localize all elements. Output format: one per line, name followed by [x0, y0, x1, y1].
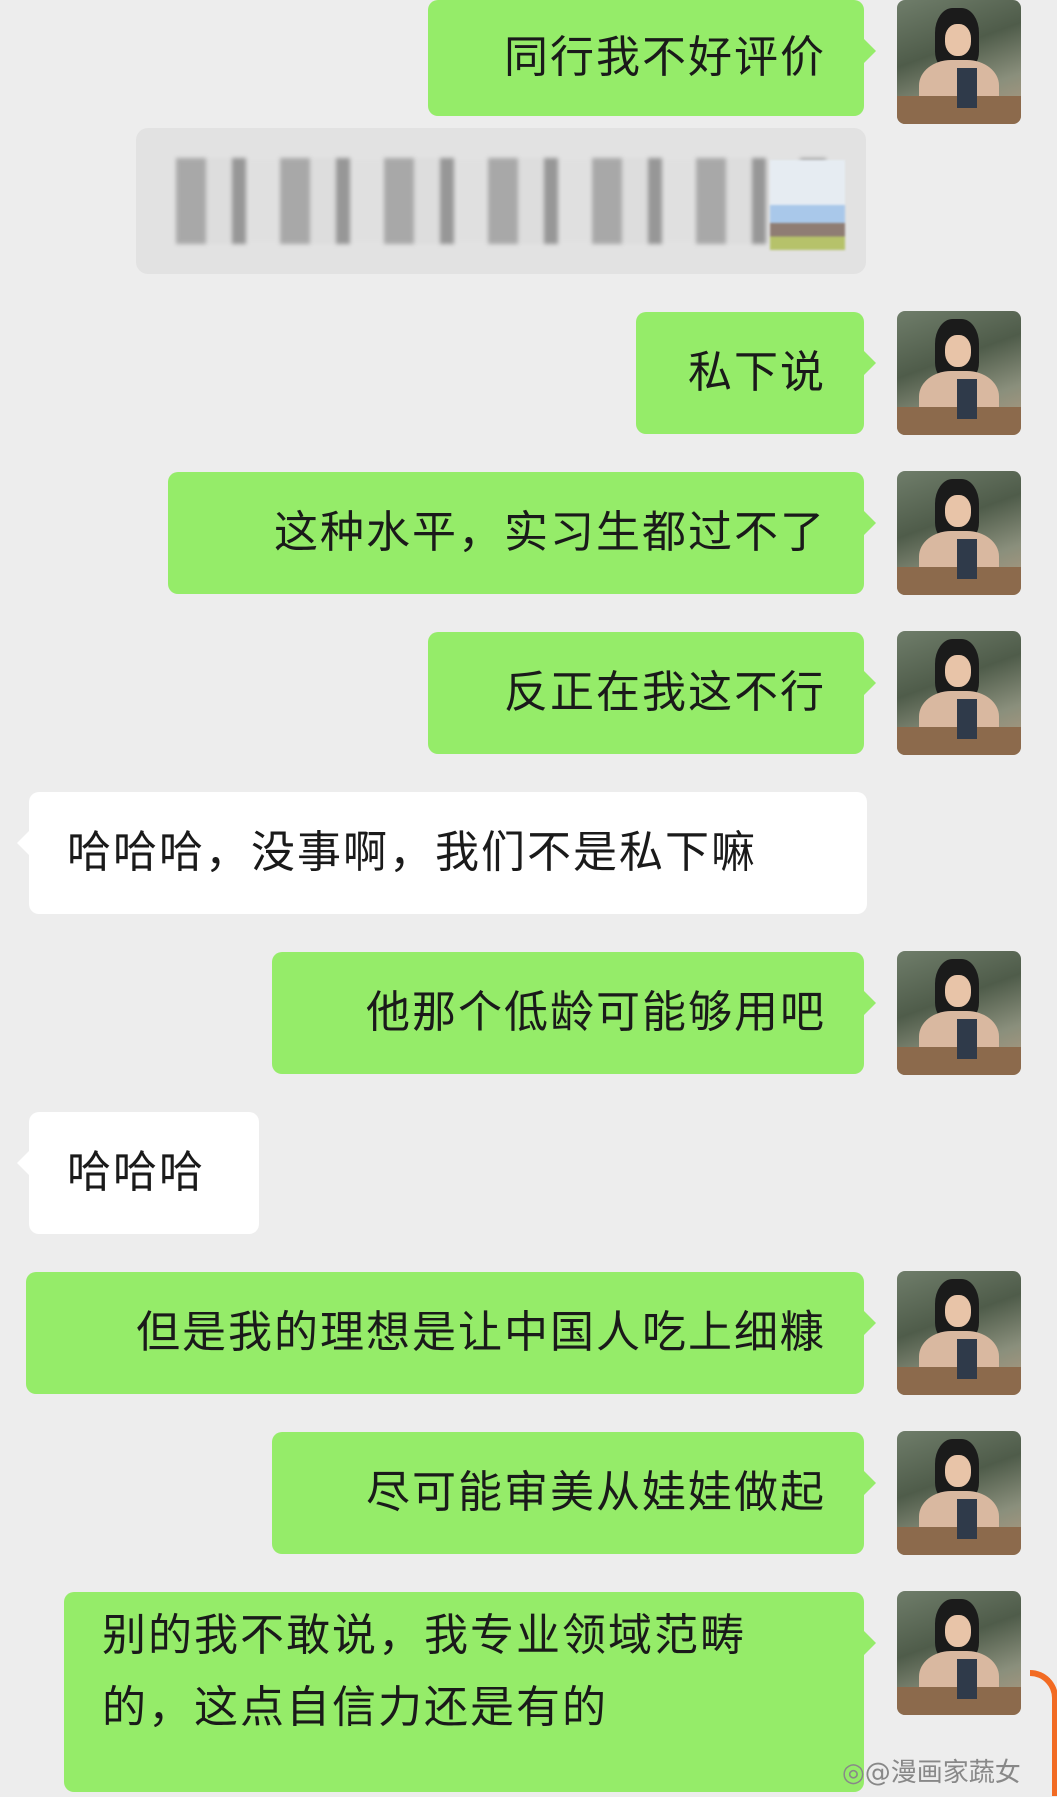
user-avatar[interactable]	[897, 0, 1021, 124]
chat-area: 同行我不好评价 私下说 这种水平，实习生都过不了 反正在我这不行 哈哈哈，没事啊…	[0, 0, 1057, 1797]
avatar-book	[957, 379, 977, 419]
watermark: ◎@漫画家蔬女	[842, 1756, 1021, 1790]
message-text: 这种水平，实习生都过不了	[274, 507, 826, 558]
user-avatar[interactable]	[897, 1591, 1021, 1715]
message-bubble-sent[interactable]: 私下说	[636, 312, 876, 434]
message-text: 别的我不敢说，我专业领域范畴的，这点自信力还是有的	[102, 1610, 746, 1733]
watermark-text: @漫画家蔬女	[864, 1758, 1021, 1788]
avatar-book	[957, 68, 977, 108]
avatar-face	[945, 335, 971, 367]
user-avatar[interactable]	[897, 631, 1021, 755]
message-bubble-received[interactable]: 哈哈哈，没事啊，我们不是私下嘛	[17, 792, 867, 914]
message-bubble-sent[interactable]: 反正在我这不行	[428, 632, 876, 754]
avatar-face	[945, 655, 971, 687]
message-bubble-sent[interactable]: 这种水平，实习生都过不了	[168, 472, 876, 594]
message-bubble-sent[interactable]: 尽可能审美从娃娃做起	[272, 1432, 876, 1554]
avatar-face	[945, 1615, 971, 1647]
user-avatar[interactable]	[897, 951, 1021, 1075]
avatar-face	[945, 1295, 971, 1327]
message-bubble-sent[interactable]: 别的我不敢说，我专业领域范畴的，这点自信力还是有的	[64, 1592, 876, 1792]
avatar-book	[957, 539, 977, 579]
message-text: 哈哈哈	[67, 1147, 205, 1198]
message-bubble-sent[interactable]: 他那个低龄可能够用吧	[272, 952, 876, 1074]
avatar-face	[945, 495, 971, 527]
redacted-image-icon	[770, 160, 845, 250]
message-bubble-sent[interactable]: 同行我不好评价	[428, 0, 876, 116]
orange-annotation-mark	[1030, 1670, 1057, 1796]
avatar-book	[957, 1019, 977, 1059]
avatar-face	[945, 24, 971, 56]
user-avatar[interactable]	[897, 311, 1021, 435]
avatar-book	[957, 699, 977, 739]
message-text: 反正在我这不行	[504, 667, 826, 718]
avatar-face	[945, 1455, 971, 1487]
weibo-icon: ◎	[842, 1758, 865, 1788]
message-text: 他那个低龄可能够用吧	[366, 987, 826, 1038]
message-text: 尽可能审美从娃娃做起	[366, 1467, 826, 1518]
avatar-book	[957, 1499, 977, 1539]
user-avatar[interactable]	[897, 471, 1021, 595]
message-bubble-sent[interactable]: 但是我的理想是让中国人吃上细糠	[26, 1272, 876, 1394]
user-avatar[interactable]	[897, 1431, 1021, 1555]
message-text: 但是我的理想是让中国人吃上细糠	[136, 1307, 826, 1358]
message-text: 私下说	[688, 347, 826, 398]
avatar-book	[957, 1659, 977, 1699]
message-text: 同行我不好评价	[504, 32, 826, 83]
message-text: 哈哈哈，没事啊，我们不是私下嘛	[67, 827, 757, 878]
redacted-text	[176, 158, 826, 244]
user-avatar[interactable]	[897, 1271, 1021, 1395]
message-bubble-received[interactable]: 哈哈哈	[17, 1112, 259, 1234]
avatar-face	[945, 975, 971, 1007]
avatar-book	[957, 1339, 977, 1379]
redacted-message	[136, 128, 866, 274]
